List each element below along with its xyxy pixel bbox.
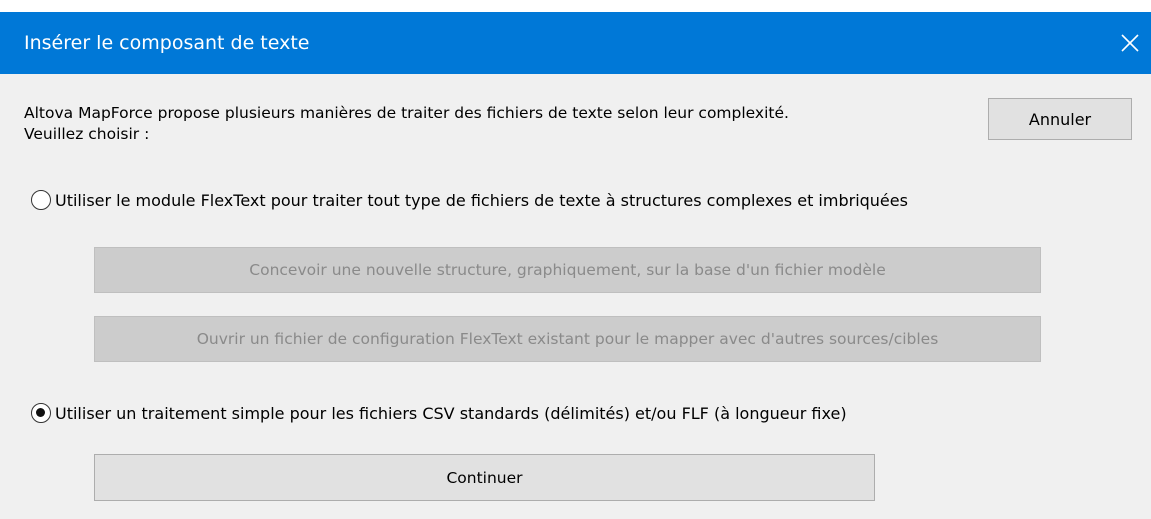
description-line-1: Altova MapForce propose plusieurs manièr… [24,104,789,122]
radio-option-flextext[interactable]: Utiliser le module FlexText pour traiter… [31,190,908,210]
radio-flextext-unchecked[interactable] [31,190,51,210]
radio-option-simple-processing[interactable]: Utiliser un traitement simple pour les f… [31,403,847,423]
radio-simple-processing-label: Utiliser un traitement simple pour les f… [55,403,847,423]
description-text: Altova MapForce propose plusieurs manièr… [24,103,789,145]
cancel-button[interactable]: Annuler [988,98,1132,140]
description-line-2: Veuillez choisir : [24,125,150,143]
radio-flextext-label: Utiliser le module FlexText pour traiter… [55,190,908,210]
close-icon [1121,34,1139,52]
insert-text-component-dialog: Insérer le composant de texte Altova Map… [0,0,1151,519]
dialog-title: Insérer le composant de texte [24,32,310,54]
close-button[interactable] [1111,12,1151,74]
open-flextext-config-button[interactable]: Ouvrir un fichier de configuration FlexT… [94,316,1041,362]
radio-simple-processing-checked[interactable] [31,403,51,423]
continue-button[interactable]: Continuer [94,454,875,501]
design-new-structure-button[interactable]: Concevoir une nouvelle structure, graphi… [94,247,1041,293]
title-bar: Insérer le composant de texte [0,0,1151,74]
